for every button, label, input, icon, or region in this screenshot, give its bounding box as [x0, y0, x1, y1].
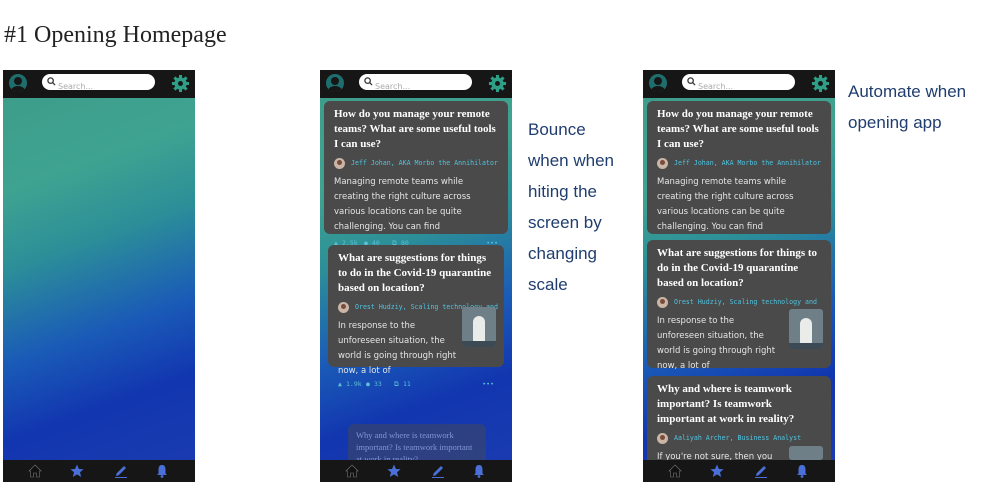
author-avatar[interactable] [657, 157, 668, 169]
question-card[interactable]: What are suggestions for things to do in… [328, 245, 504, 388]
author-avatar[interactable] [338, 301, 349, 313]
pencil-icon[interactable] [113, 463, 129, 479]
upvote-count: 1.9k [346, 380, 362, 388]
question-title[interactable]: What are suggestions for things to do in… [657, 246, 821, 291]
phone-frame-automate: Search... How do you manage your remote … [643, 70, 835, 482]
question-card[interactable]: How do you manage your remote teams? Wha… [324, 101, 508, 247]
user-avatar-icon[interactable] [649, 74, 667, 92]
page-title: #1 Opening Homepage [4, 22, 227, 48]
answer-snippet[interactable]: In response to the unforeseen situation,… [657, 314, 783, 374]
phone-frame-bounce: Search... How do you manage your remote … [320, 70, 512, 482]
bell-icon[interactable] [154, 463, 170, 479]
answer-thumbnail[interactable] [789, 309, 823, 349]
author-name[interactable]: Aaliyah Archer, Business Analyst [674, 434, 801, 442]
home-icon[interactable] [344, 463, 360, 479]
phone-frame-gradient-only: Search... [3, 70, 195, 482]
gear-icon[interactable] [488, 74, 507, 93]
question-title[interactable]: How do you manage your remote teams? Wha… [334, 107, 498, 152]
author-name[interactable]: Orest Hudziy, Scaling technology and [674, 298, 817, 306]
question-title[interactable]: Why and where is teamwork important? Is … [657, 382, 821, 427]
author-name[interactable]: Jeff Johan, AKA Morbo the Annihilator [351, 159, 498, 167]
author-row: Aaliyah Archer, Business Analyst [657, 432, 821, 444]
author-avatar[interactable] [334, 157, 345, 169]
pencil-icon[interactable] [430, 463, 446, 479]
author-avatar[interactable] [657, 432, 668, 444]
pencil-icon[interactable] [753, 463, 769, 479]
top-bar: Search... [643, 70, 835, 98]
stats-row: ▲ 1.9k ● 33 ⧉ 11 ••• [338, 380, 494, 392]
note-line: screen by [528, 213, 602, 232]
share-count: 11 [403, 380, 411, 388]
star-icon[interactable] [69, 463, 85, 479]
search-input[interactable]: Search... [42, 74, 155, 91]
note-bounce: Bounce when when hiting the screen by ch… [528, 114, 614, 300]
star-icon[interactable] [386, 463, 402, 479]
comment-icon[interactable]: ● [366, 380, 370, 388]
note-line: Automate when [848, 82, 967, 101]
question-card[interactable]: Why and where is teamwork important? Is … [647, 376, 831, 460]
bell-icon[interactable] [794, 463, 810, 479]
search-input[interactable]: Search... [682, 74, 795, 91]
answer-thumbnail[interactable] [462, 307, 496, 347]
answer-snippet[interactable]: Managing remote teams while creating the… [334, 175, 498, 235]
gear-icon[interactable] [811, 74, 830, 93]
search-icon [687, 77, 696, 86]
author-name[interactable]: Jeff Johan, AKA Morbo the Annihilator [674, 159, 821, 167]
question-card[interactable]: Why and where is teamwork important? Is … [348, 424, 486, 460]
question-title[interactable]: What are suggestions for things to do in… [338, 251, 494, 296]
question-title[interactable]: Why and where is teamwork important? Is … [356, 429, 478, 460]
note-line: changing [528, 244, 598, 263]
answer-snippet[interactable]: Managing remote teams while creating the… [657, 175, 821, 235]
search-icon [364, 77, 373, 86]
search-placeholder: Search... [375, 82, 411, 91]
author-row: Jeff Johan, AKA Morbo the Annihilator [334, 157, 498, 169]
share-icon[interactable]: ⧉ [394, 380, 399, 389]
bottom-nav [320, 460, 512, 482]
author-row: Orest Hudziy, Scaling technology and [657, 296, 821, 308]
note-line: Bounce [528, 120, 586, 139]
search-icon [47, 77, 56, 86]
question-title[interactable]: How do you manage your remote teams? Wha… [657, 107, 821, 152]
bell-icon[interactable] [471, 463, 487, 479]
search-input[interactable]: Search... [359, 74, 472, 91]
author-row: Jeff Johan, AKA Morbo the Annihilator [657, 157, 821, 169]
answer-snippet[interactable]: In response to the unforeseen situation,… [338, 319, 458, 379]
note-line: hiting the [528, 182, 597, 201]
top-bar: Search... [3, 70, 195, 98]
bottom-nav [3, 460, 195, 482]
note-line: opening app [848, 113, 942, 132]
content-area: How do you manage your remote teams? Wha… [643, 98, 835, 460]
top-bar: Search... [320, 70, 512, 98]
question-card[interactable]: How do you manage your remote teams? Wha… [647, 101, 831, 247]
note-automate: Automate when opening app [848, 76, 966, 138]
star-icon[interactable] [709, 463, 725, 479]
search-placeholder: Search... [698, 82, 734, 91]
user-avatar-icon[interactable] [326, 74, 344, 92]
search-placeholder: Search... [58, 82, 94, 91]
note-line: when when [528, 151, 615, 170]
question-card[interactable]: What are suggestions for things to do in… [647, 240, 831, 383]
home-icon[interactable] [27, 463, 43, 479]
author-avatar[interactable] [657, 296, 668, 308]
content-area [3, 98, 195, 460]
user-avatar-icon[interactable] [9, 74, 27, 92]
content-area: How do you manage your remote teams? Wha… [320, 98, 512, 460]
upvote-icon[interactable]: ▲ [338, 380, 342, 388]
more-menu[interactable]: ••• [482, 380, 494, 388]
answer-thumbnail[interactable] [789, 446, 823, 460]
bottom-nav [643, 460, 835, 482]
comment-count: 33 [374, 380, 382, 388]
note-line: scale [528, 275, 568, 294]
home-icon[interactable] [667, 463, 683, 479]
gear-icon[interactable] [171, 74, 190, 93]
